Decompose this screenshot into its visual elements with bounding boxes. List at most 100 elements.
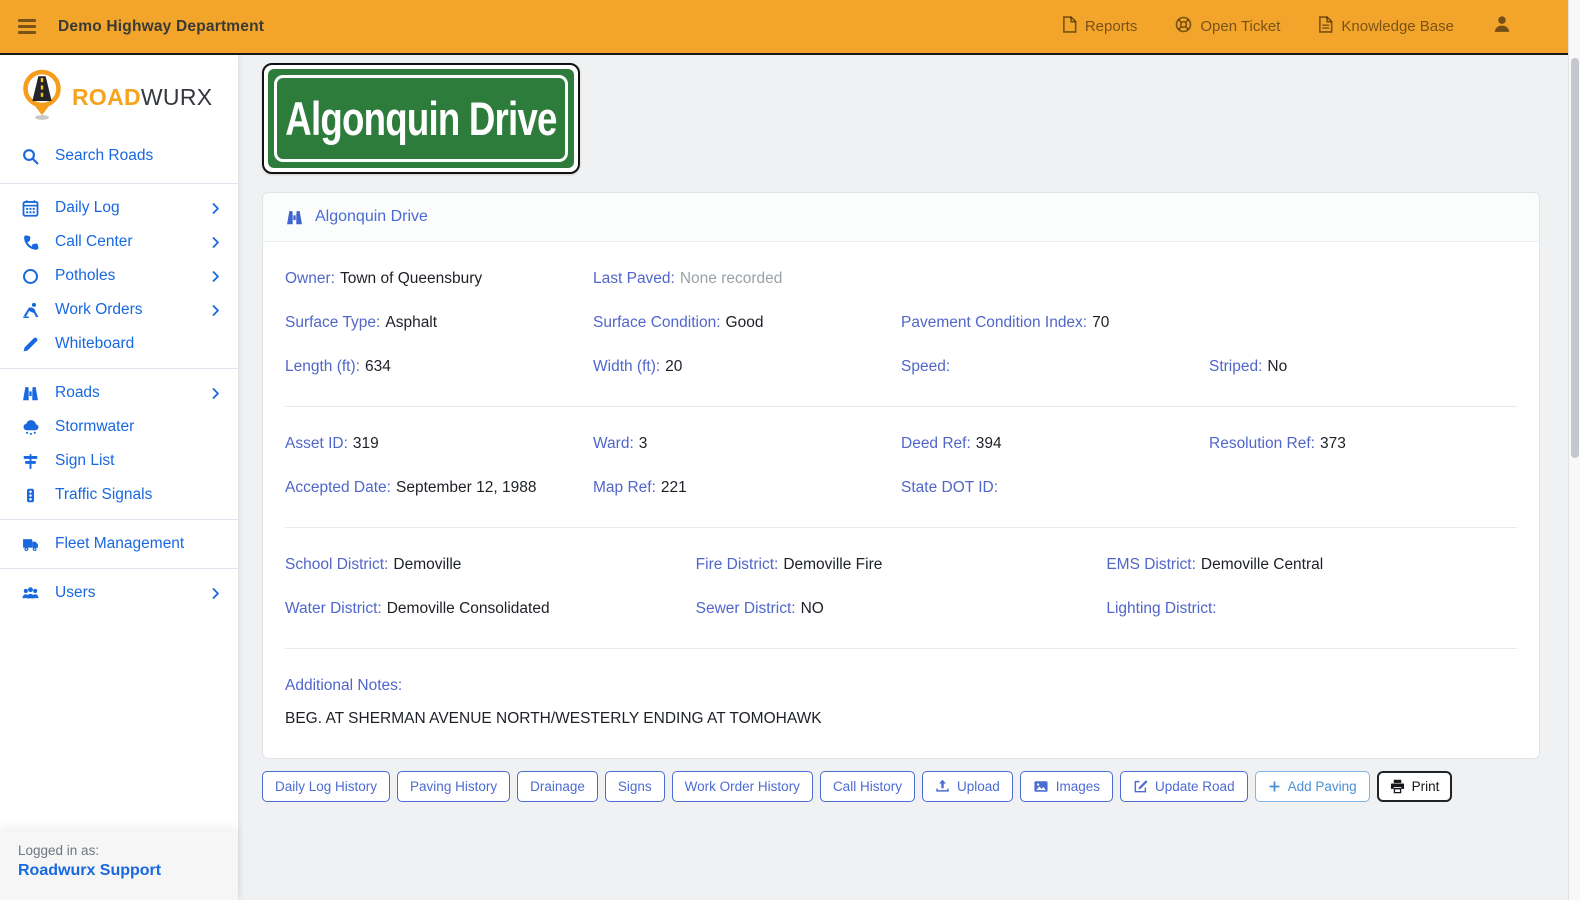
button-label: Print: [1411, 779, 1440, 794]
upload-button[interactable]: Upload: [921, 771, 1013, 802]
field-value: Demoville Fire: [783, 556, 883, 573]
sidebar-divider: [0, 368, 238, 369]
field-speed: Speed:: [901, 358, 1209, 376]
sidebar-item-stormwater[interactable]: Stormwater: [0, 410, 238, 444]
topbar-link-knowledge-base[interactable]: Knowledge Base: [1318, 16, 1454, 37]
field-fire-district: Fire District: Demoville Fire: [696, 556, 1107, 574]
field-sewer-district: Sewer District: NO: [696, 600, 1107, 618]
sidebar-item-label: Stormwater: [55, 418, 135, 435]
traffic-light-icon: [21, 487, 40, 504]
sidebar-item-potholes[interactable]: Potholes: [0, 259, 238, 293]
field-label: Surface Condition:: [593, 314, 721, 331]
road-action-bar: Daily Log History Paving History Drainage S…: [262, 771, 1540, 802]
topbar-link-reports[interactable]: Reports: [1062, 16, 1138, 37]
field-label: Asset ID:: [285, 435, 348, 452]
daily-log-history-button[interactable]: Daily Log History: [262, 771, 391, 802]
sidebar-item-label: Roads: [55, 384, 100, 401]
field-row: Owner: Town of Queensbury Last Paved: None …: [285, 270, 1517, 288]
sidebar-item-label: Fleet Management: [55, 535, 185, 552]
sidebar-item-work-orders[interactable]: Work Orders: [0, 293, 238, 327]
sidebar-item-search-roads[interactable]: Search Roads: [0, 136, 238, 176]
images-button[interactable]: Images: [1019, 771, 1114, 802]
sidebar-item-roads[interactable]: Roads: [0, 376, 238, 410]
work-order-history-button[interactable]: Work Order History: [671, 771, 813, 802]
topbar-link-label: Reports: [1084, 18, 1138, 35]
field-label: Striped:: [1209, 358, 1263, 375]
field-map-ref: Map Ref: 221: [593, 479, 901, 497]
field-striped: Striped: No: [1209, 358, 1517, 376]
field-label: Accepted Date:: [285, 479, 391, 496]
sidebar-item-label: Daily Log: [55, 199, 120, 216]
section-divider: [285, 527, 1517, 528]
signs-button[interactable]: Signs: [604, 771, 665, 802]
field-asset-id: Asset ID: 319: [285, 435, 593, 453]
print-icon: [1390, 779, 1405, 794]
user-menu[interactable]: [1492, 14, 1512, 39]
sidebar-item-daily-log[interactable]: Daily Log: [0, 191, 238, 225]
field-label: EMS District:: [1106, 556, 1196, 573]
street-sign: Algonquin Drive: [262, 63, 580, 174]
sidebar-item-whiteboard[interactable]: Whiteboard: [0, 327, 238, 361]
file-text-icon: [1318, 16, 1333, 37]
button-label: Signs: [617, 779, 652, 794]
update-road-button[interactable]: Update Road: [1120, 771, 1248, 802]
plus-icon: [1268, 780, 1281, 793]
field-row: Surface Type: Asphalt Surface Condition: Go…: [285, 314, 1517, 332]
logged-in-user-link[interactable]: Roadwurx Support: [18, 862, 220, 880]
users-icon: [21, 585, 40, 602]
field-value: Demoville Consolidated: [386, 600, 550, 617]
field-label: Map Ref:: [593, 479, 656, 496]
life-ring-icon: [1175, 16, 1192, 37]
topbar-links: Reports Open Ticket Knowledge Base: [1062, 14, 1568, 39]
field-value: Town of Queensbury: [339, 270, 483, 287]
field-width-ft: Width (ft): 20: [593, 358, 901, 376]
button-label: Images: [1055, 779, 1101, 794]
chevron-right-icon: [209, 587, 222, 600]
field-owner: Owner: Town of Queensbury: [285, 270, 593, 288]
field-label: Speed:: [901, 358, 951, 375]
field-value: September 12, 1988: [395, 479, 537, 496]
sidebar-item-sign-list[interactable]: Sign List: [0, 444, 238, 478]
person-digging-icon: [21, 302, 40, 319]
drainage-button[interactable]: Drainage: [517, 771, 598, 802]
road-card-body: Owner: Town of Queensbury Last Paved: None …: [263, 242, 1539, 758]
sign-post-icon: [21, 453, 40, 470]
scrollbar-track[interactable]: [1568, 0, 1580, 900]
field-label: School District:: [285, 556, 389, 573]
field-value: 319: [352, 435, 379, 452]
field-value: Asphalt: [385, 314, 438, 331]
sidebar-divider: [0, 519, 238, 520]
sidebar-item-label: Traffic Signals: [55, 486, 153, 503]
sidebar-item-fleet-management[interactable]: Fleet Management: [0, 527, 238, 561]
field-label: Resolution Ref:: [1209, 435, 1315, 452]
cloud-rain-icon: [21, 419, 40, 436]
field-value: No: [1267, 358, 1288, 375]
print-button[interactable]: Print: [1376, 771, 1453, 802]
topbar: Demo Highway Department Reports Open Tick…: [0, 0, 1568, 55]
field-label: Owner:: [285, 270, 335, 287]
phone-icon: [21, 234, 40, 251]
field-last-paved: Last Paved: None recorded: [593, 270, 901, 288]
field-label: Last Paved:: [593, 270, 675, 287]
search-icon: [21, 148, 40, 165]
button-label: Add Paving: [1287, 779, 1357, 794]
field-value: 3: [638, 435, 648, 452]
upload-icon: [935, 779, 950, 794]
topbar-link-open-ticket[interactable]: Open Ticket: [1175, 16, 1280, 37]
additional-notes-text: BEG. AT SHERMAN AVENUE NORTH/WESTERLY EN…: [285, 710, 822, 727]
sidebar-item-call-center[interactable]: Call Center: [0, 225, 238, 259]
sidebar-item-traffic-signals[interactable]: Traffic Signals: [0, 478, 238, 512]
add-paving-button[interactable]: Add Paving: [1254, 771, 1370, 802]
sidebar-divider: [0, 183, 238, 184]
field-surface-type: Surface Type: Asphalt: [285, 314, 593, 332]
field-label: Surface Type:: [285, 314, 381, 331]
hamburger-menu-icon[interactable]: [18, 19, 38, 34]
roadwurx-logo[interactable]: ROADWURX: [0, 55, 238, 136]
scrollbar-thumb[interactable]: [1571, 58, 1579, 458]
field-label: Deed Ref:: [901, 435, 971, 452]
sidebar-item-users[interactable]: Users: [0, 576, 238, 610]
call-history-button[interactable]: Call History: [819, 771, 915, 802]
logged-in-as-label: Logged in as:: [18, 843, 100, 858]
paving-history-button[interactable]: Paving History: [397, 771, 511, 802]
field-state-dot-id: State DOT ID:: [901, 479, 1209, 497]
